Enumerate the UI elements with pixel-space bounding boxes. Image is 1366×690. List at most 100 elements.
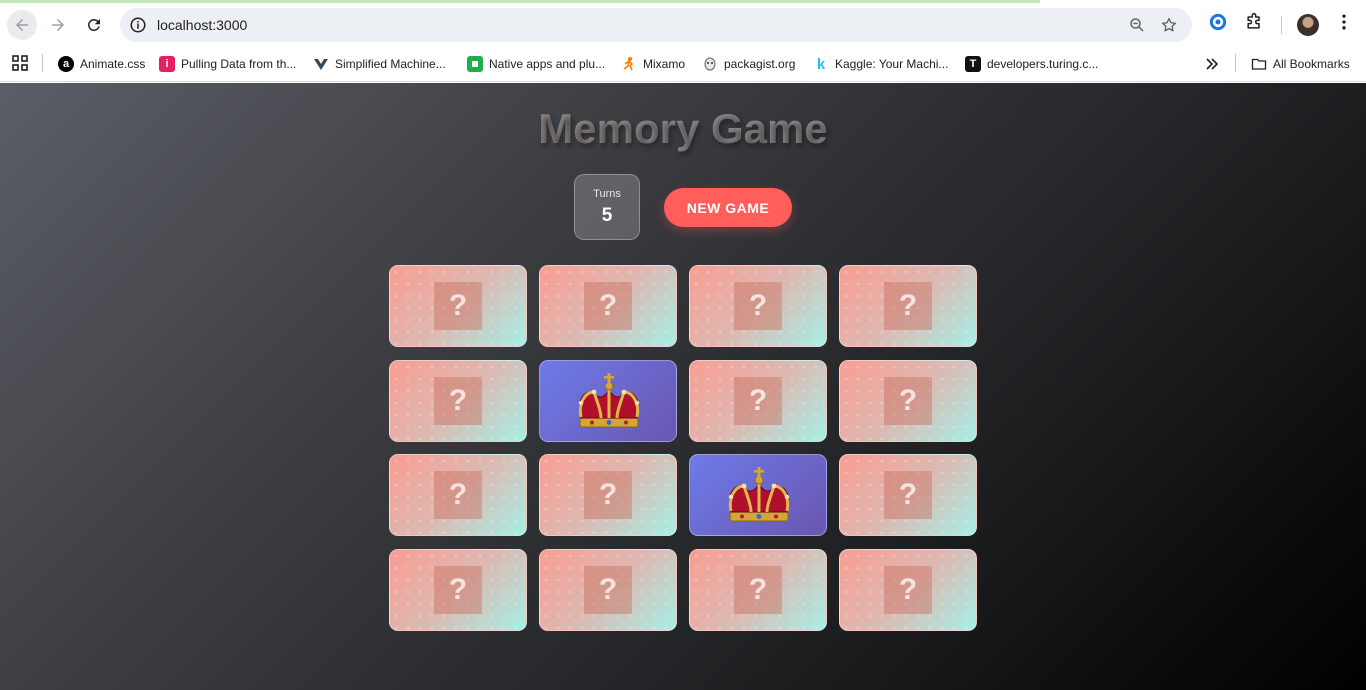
memory-card-hidden[interactable]: ?: [389, 359, 527, 442]
card-back-box: ?: [434, 282, 482, 330]
card-back-box: ?: [434, 376, 482, 425]
card-back-box: ?: [734, 376, 782, 425]
profile-avatar[interactable]: [1297, 14, 1319, 36]
site-info-icon[interactable]: [129, 16, 147, 34]
question-mark: ?: [448, 478, 468, 511]
bookmark-pulling-data[interactable]: i Pulling Data from th...: [159, 53, 296, 75]
card-back-box: ?: [434, 565, 482, 614]
bookmark-kaggle[interactable]: k Kaggle: Your Machi...: [813, 53, 949, 75]
bookmark-packagist[interactable]: packagist.org: [702, 53, 795, 75]
question-mark: ?: [598, 572, 618, 606]
memory-card-hidden[interactable]: ?: [389, 548, 527, 631]
bookmark-label: Mixamo: [643, 57, 686, 71]
mixamo-icon: [623, 57, 634, 71]
forward-button[interactable]: [43, 10, 73, 40]
memory-card-hidden[interactable]: ?: [539, 454, 677, 536]
game-title: Memory Game: [0, 105, 1366, 153]
question-mark: ?: [448, 383, 468, 417]
question-mark: ?: [748, 383, 768, 417]
memory-card-hidden[interactable]: ?: [839, 265, 977, 347]
question-mark: ?: [748, 572, 768, 606]
card-grid: ??????????????: [389, 265, 977, 631]
memory-card-hidden[interactable]: ?: [389, 265, 527, 347]
card-back-box: ?: [584, 565, 632, 614]
card-back-box: ?: [884, 471, 932, 519]
card-back-box: ?: [584, 282, 632, 330]
memory-card-hidden[interactable]: ?: [839, 548, 977, 631]
memory-card-hidden[interactable]: ?: [839, 359, 977, 442]
bookmark-mixamo[interactable]: Mixamo: [621, 53, 685, 75]
apps-grid-icon[interactable]: [12, 55, 28, 71]
bookmark-turing[interactable]: T developers.turing.c...: [965, 53, 1098, 75]
bookmarks-bar: a Animate.css i Pulling Data from th... …: [0, 49, 1366, 82]
card-back-box: ?: [584, 471, 632, 519]
question-mark: ?: [448, 572, 468, 606]
question-mark: ?: [748, 289, 768, 322]
animate-icon: a: [58, 56, 74, 72]
bookmark-label: developers.turing.c...: [987, 57, 1099, 71]
info-bookmark-icon: i: [159, 56, 175, 72]
memory-card-hidden[interactable]: ?: [839, 454, 977, 536]
bookmark-label: packagist.org: [724, 57, 796, 71]
extension-circle-icon[interactable]: [1208, 12, 1228, 32]
kebab-menu-icon[interactable]: [1334, 12, 1354, 32]
bookmarks-divider: [42, 54, 43, 72]
memory-card-revealed[interactable]: [689, 454, 827, 536]
all-bookmarks-label: All Bookmarks: [1273, 57, 1350, 71]
turns-label: Turns: [593, 188, 621, 200]
turns-value: 5: [601, 205, 613, 226]
memory-card-hidden[interactable]: ?: [539, 548, 677, 631]
bookmark-label: Kaggle: Your Machi...: [835, 57, 949, 71]
reload-icon: [87, 18, 100, 31]
new-game-button[interactable]: NEW GAME: [664, 188, 792, 227]
bookmark-native-apps[interactable]: Native apps and plu...: [467, 53, 605, 75]
memory-card-hidden[interactable]: ?: [689, 548, 827, 631]
back-arrow-icon: [16, 19, 28, 31]
more-bookmarks-chevron-icon[interactable]: [1203, 55, 1221, 73]
address-bar[interactable]: localhost:3000: [120, 8, 1192, 42]
browser-toolbar: localhost:3000: [0, 0, 1366, 49]
reload-button[interactable]: [79, 10, 109, 40]
back-button[interactable]: [7, 10, 37, 40]
kaggle-icon: k: [816, 55, 826, 73]
plugin-icon: [467, 56, 483, 72]
bookmark-star-icon[interactable]: [1160, 16, 1178, 34]
all-bookmarks-button[interactable]: All Bookmarks: [1251, 53, 1350, 75]
game-page: Memory Game Turns 5 NEW GAME ???????????…: [0, 83, 1366, 690]
url-text[interactable]: localhost:3000: [157, 17, 247, 33]
question-mark: ?: [598, 478, 618, 511]
bookmark-label: Pulling Data from th...: [181, 57, 297, 71]
memory-card-hidden[interactable]: ?: [689, 265, 827, 347]
question-mark: ?: [898, 478, 918, 511]
toolbar-divider: [1281, 16, 1282, 34]
bookmark-label: Simplified Machine...: [335, 57, 446, 71]
turing-icon: T: [965, 56, 981, 72]
bookmark-simplified-machine[interactable]: Simplified Machine...: [313, 53, 446, 75]
bookmark-label: Animate.css: [80, 57, 146, 71]
card-back-box: ?: [734, 565, 782, 614]
memory-card-hidden[interactable]: ?: [539, 265, 677, 347]
memory-card-hidden[interactable]: ?: [689, 359, 827, 442]
crown-icon: [568, 370, 650, 434]
card-back-box: ?: [884, 376, 932, 425]
card-back-box: ?: [734, 282, 782, 330]
card-back-box: ?: [434, 471, 482, 519]
question-mark: ?: [898, 572, 918, 606]
folder-icon: [1251, 58, 1267, 70]
question-mark: ?: [898, 289, 918, 322]
question-mark: ?: [598, 289, 618, 322]
bookmark-animate-css[interactable]: a Animate.css: [58, 53, 145, 75]
crown-icon: [718, 464, 800, 528]
memory-card-revealed[interactable]: [539, 359, 677, 442]
extensions-puzzle-icon[interactable]: [1244, 12, 1264, 32]
memory-card-hidden[interactable]: ?: [389, 454, 527, 536]
bookmarks-divider: [1235, 54, 1236, 72]
question-mark: ?: [898, 383, 918, 417]
vue-icon: [314, 59, 328, 70]
zoom-icon[interactable]: [1128, 16, 1146, 34]
question-mark: ?: [448, 289, 468, 322]
card-back-box: ?: [884, 565, 932, 614]
bookmark-label: Native apps and plu...: [489, 57, 606, 71]
packagist-icon: [704, 57, 716, 71]
turns-counter: Turns 5: [574, 174, 640, 240]
